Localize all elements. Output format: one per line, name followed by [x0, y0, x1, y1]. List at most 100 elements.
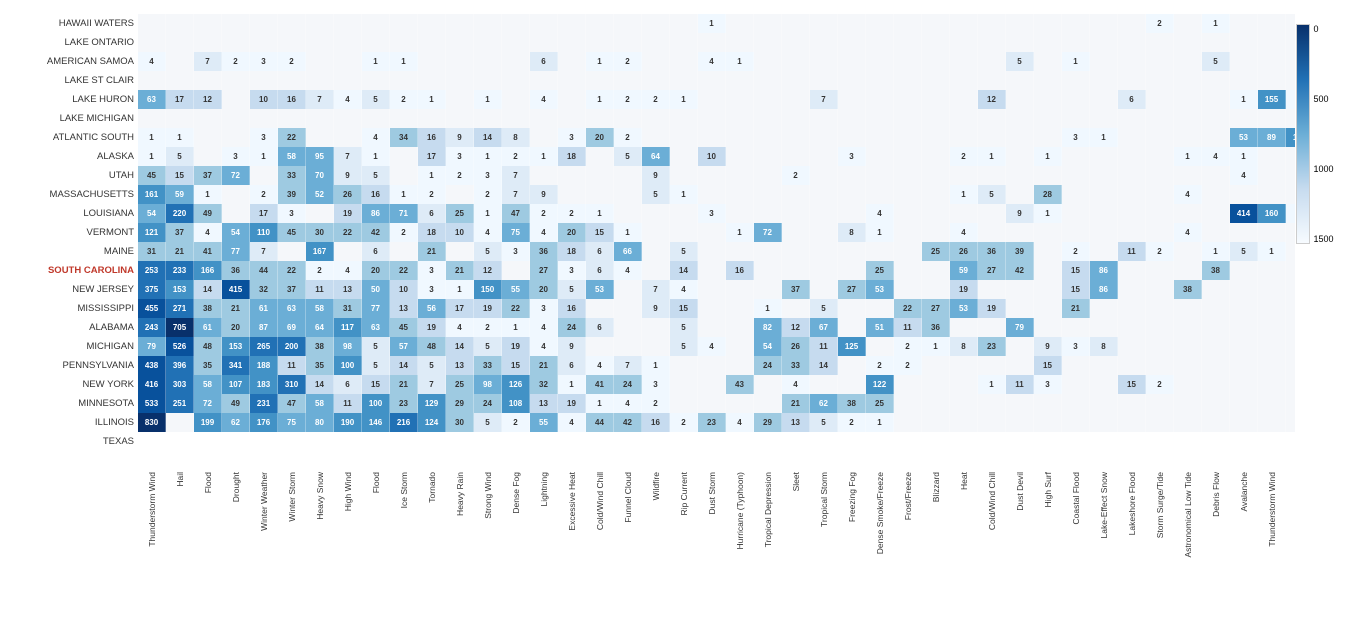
heatmap-cell[interactable]: 1 [1202, 14, 1230, 33]
heatmap-cell[interactable] [978, 52, 1006, 71]
heatmap-cell[interactable] [1286, 33, 1295, 52]
heatmap-cell[interactable] [1006, 33, 1034, 52]
heatmap-cell[interactable]: 19 [474, 299, 502, 318]
heatmap-cell[interactable]: 45 [138, 166, 166, 185]
heatmap-cell[interactable]: 21 [222, 299, 250, 318]
heatmap-cell[interactable] [278, 109, 306, 128]
heatmap-cell[interactable] [194, 14, 222, 33]
heatmap-cell[interactable] [306, 33, 334, 52]
heatmap-cell[interactable] [810, 109, 838, 128]
heatmap-cell[interactable]: 2 [502, 413, 530, 432]
heatmap-cell[interactable]: 7 [306, 90, 334, 109]
heatmap-cell[interactable]: 53 [866, 280, 894, 299]
heatmap-cell[interactable] [1174, 14, 1202, 33]
heatmap-cell[interactable]: 11 [306, 280, 334, 299]
heatmap-cell[interactable] [950, 356, 978, 375]
heatmap-cell[interactable]: 1 [978, 375, 1006, 394]
heatmap-cell[interactable]: 36 [222, 261, 250, 280]
heatmap-cell[interactable]: 146 [362, 413, 390, 432]
heatmap-cell[interactable] [614, 185, 642, 204]
heatmap-cell[interactable] [1286, 394, 1295, 413]
heatmap-cell[interactable]: 25 [922, 242, 950, 261]
heatmap-cell[interactable] [726, 299, 754, 318]
heatmap-cell[interactable]: 5 [810, 299, 838, 318]
heatmap-cell[interactable] [222, 90, 250, 109]
heatmap-cell[interactable]: 21 [418, 242, 446, 261]
heatmap-cell[interactable]: 77 [362, 299, 390, 318]
heatmap-cell[interactable] [1258, 337, 1286, 356]
heatmap-cell[interactable] [1202, 223, 1230, 242]
heatmap-cell[interactable]: 56 [418, 299, 446, 318]
heatmap-cell[interactable] [1286, 71, 1295, 90]
heatmap-cell[interactable]: 17 [446, 299, 474, 318]
heatmap-cell[interactable] [1034, 261, 1062, 280]
heatmap-cell[interactable]: 55 [502, 280, 530, 299]
heatmap-cell[interactable]: 1 [1062, 52, 1090, 71]
heatmap-cell[interactable] [418, 33, 446, 52]
heatmap-cell[interactable]: 12 [474, 261, 502, 280]
heatmap-cell[interactable] [502, 71, 530, 90]
heatmap-cell[interactable]: 1 [166, 128, 194, 147]
heatmap-cell[interactable]: 25 [866, 261, 894, 280]
heatmap-cell[interactable] [754, 166, 782, 185]
heatmap-cell[interactable]: 1 [1258, 242, 1286, 261]
heatmap-cell[interactable] [922, 356, 950, 375]
heatmap-cell[interactable] [362, 109, 390, 128]
heatmap-cell[interactable]: 70 [306, 166, 334, 185]
heatmap-cell[interactable]: 12 [194, 90, 222, 109]
heatmap-cell[interactable]: 41 [194, 242, 222, 261]
heatmap-cell[interactable] [1062, 33, 1090, 52]
heatmap-cell[interactable] [418, 52, 446, 71]
heatmap-cell[interactable]: 39 [278, 185, 306, 204]
heatmap-cell[interactable] [754, 375, 782, 394]
heatmap-cell[interactable] [838, 261, 866, 280]
heatmap-cell[interactable]: 87 [250, 318, 278, 337]
heatmap-cell[interactable]: 1 [642, 356, 670, 375]
heatmap-cell[interactable]: 54 [222, 223, 250, 242]
heatmap-cell[interactable]: 100 [362, 394, 390, 413]
heatmap-cell[interactable]: 1 [670, 90, 698, 109]
heatmap-cell[interactable] [1174, 90, 1202, 109]
heatmap-cell[interactable]: 17 [166, 90, 194, 109]
heatmap-cell[interactable]: 9 [1034, 337, 1062, 356]
heatmap-cell[interactable]: 69 [278, 318, 306, 337]
heatmap-cell[interactable] [922, 52, 950, 71]
heatmap-cell[interactable]: 2 [642, 394, 670, 413]
heatmap-cell[interactable] [194, 147, 222, 166]
heatmap-cell[interactable]: 5 [474, 337, 502, 356]
heatmap-cell[interactable]: 1 [950, 185, 978, 204]
heatmap-cell[interactable] [894, 261, 922, 280]
heatmap-cell[interactable] [810, 261, 838, 280]
heatmap-cell[interactable]: 61 [250, 299, 278, 318]
heatmap-cell[interactable] [138, 71, 166, 90]
heatmap-cell[interactable] [1230, 318, 1258, 337]
heatmap-cell[interactable] [866, 242, 894, 261]
heatmap-cell[interactable] [670, 71, 698, 90]
heatmap-cell[interactable]: 2 [474, 318, 502, 337]
heatmap-cell[interactable] [1062, 204, 1090, 223]
heatmap-cell[interactable]: 310 [278, 375, 306, 394]
heatmap-cell[interactable]: 13 [530, 394, 558, 413]
heatmap-cell[interactable]: 107 [222, 375, 250, 394]
heatmap-cell[interactable]: 108 [502, 394, 530, 413]
heatmap-cell[interactable] [614, 337, 642, 356]
heatmap-cell[interactable] [726, 33, 754, 52]
heatmap-cell[interactable] [894, 242, 922, 261]
heatmap-cell[interactable] [502, 52, 530, 71]
heatmap-cell[interactable] [222, 109, 250, 128]
heatmap-cell[interactable]: 71 [390, 204, 418, 223]
heatmap-cell[interactable]: 3 [474, 166, 502, 185]
heatmap-cell[interactable] [1062, 356, 1090, 375]
heatmap-cell[interactable] [1006, 223, 1034, 242]
heatmap-cell[interactable]: 7 [614, 356, 642, 375]
heatmap-cell[interactable]: 14 [306, 375, 334, 394]
heatmap-cell[interactable]: 2 [642, 90, 670, 109]
heatmap-cell[interactable] [1230, 280, 1258, 299]
heatmap-cell[interactable]: 15 [502, 356, 530, 375]
heatmap-cell[interactable]: 1 [586, 90, 614, 109]
heatmap-cell[interactable]: 4 [558, 413, 586, 432]
heatmap-cell[interactable] [306, 14, 334, 33]
heatmap-cell[interactable]: 3 [558, 128, 586, 147]
heatmap-cell[interactable] [1118, 337, 1146, 356]
heatmap-cell[interactable] [390, 242, 418, 261]
